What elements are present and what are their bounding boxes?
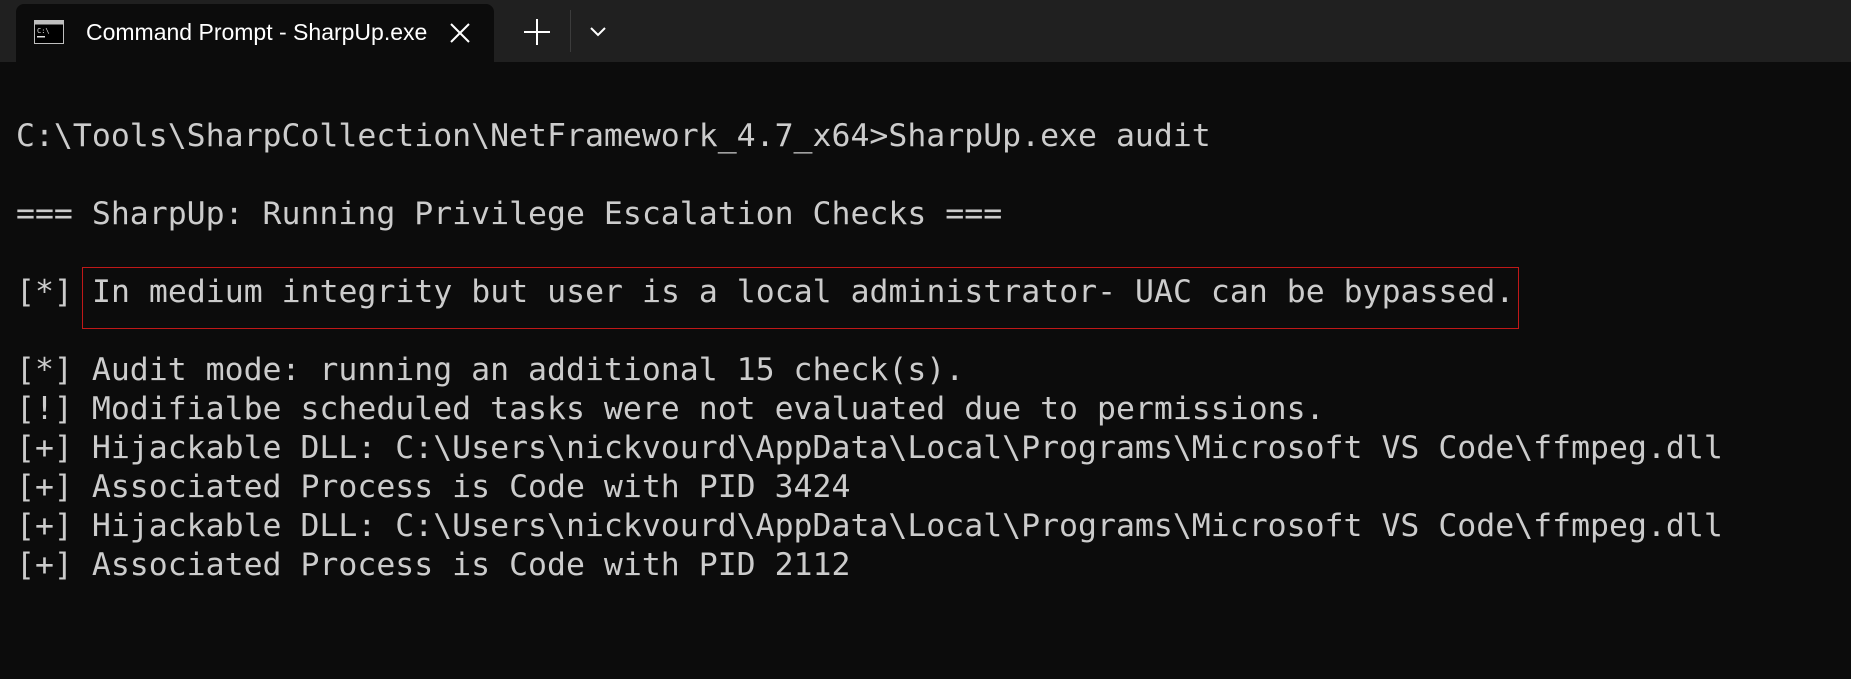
output-line: [*] Audit mode: running an additional 15… <box>16 352 965 388</box>
tab-dropdown-button[interactable] <box>584 20 612 44</box>
tab-title: Command Prompt - SharpUp.exe <box>86 19 428 45</box>
title-bar: C:\ Command Prompt - SharpUp.exe <box>0 0 1851 62</box>
output-line: [+] Associated Process is Code with PID … <box>16 547 851 583</box>
tab-command-prompt[interactable]: C:\ Command Prompt - SharpUp.exe <box>16 4 494 62</box>
svg-text:C:\: C:\ <box>37 27 50 35</box>
output-line: [!] Modifialbe scheduled tasks were not … <box>16 391 1325 427</box>
close-icon[interactable] <box>448 21 472 45</box>
new-tab-button[interactable] <box>522 17 552 47</box>
plus-icon <box>524 19 550 45</box>
console-output[interactable]: C:\Tools\SharpCollection\NetFramework_4.… <box>0 62 1851 679</box>
banner-line: === SharpUp: Running Privilege Escalatio… <box>16 196 1003 232</box>
output-line: [+] Associated Process is Code with PID … <box>16 469 851 505</box>
command-line: C:\Tools\SharpCollection\NetFramework_4.… <box>16 118 1211 154</box>
uac-prefix: [*] <box>16 274 73 310</box>
uac-message: In medium integrity but user is a local … <box>92 274 1515 310</box>
terminal-window: C:\ Command Prompt - SharpUp.exe C:\Tool… <box>0 0 1851 679</box>
output-line: [+] Hijackable DLL: C:\Users\nickvourd\A… <box>16 508 1723 544</box>
command-prompt-icon: C:\ <box>34 20 64 44</box>
output-line: [+] Hijackable DLL: C:\Users\nickvourd\A… <box>16 430 1723 466</box>
chevron-down-icon <box>590 27 606 37</box>
tab-separator <box>570 10 571 52</box>
